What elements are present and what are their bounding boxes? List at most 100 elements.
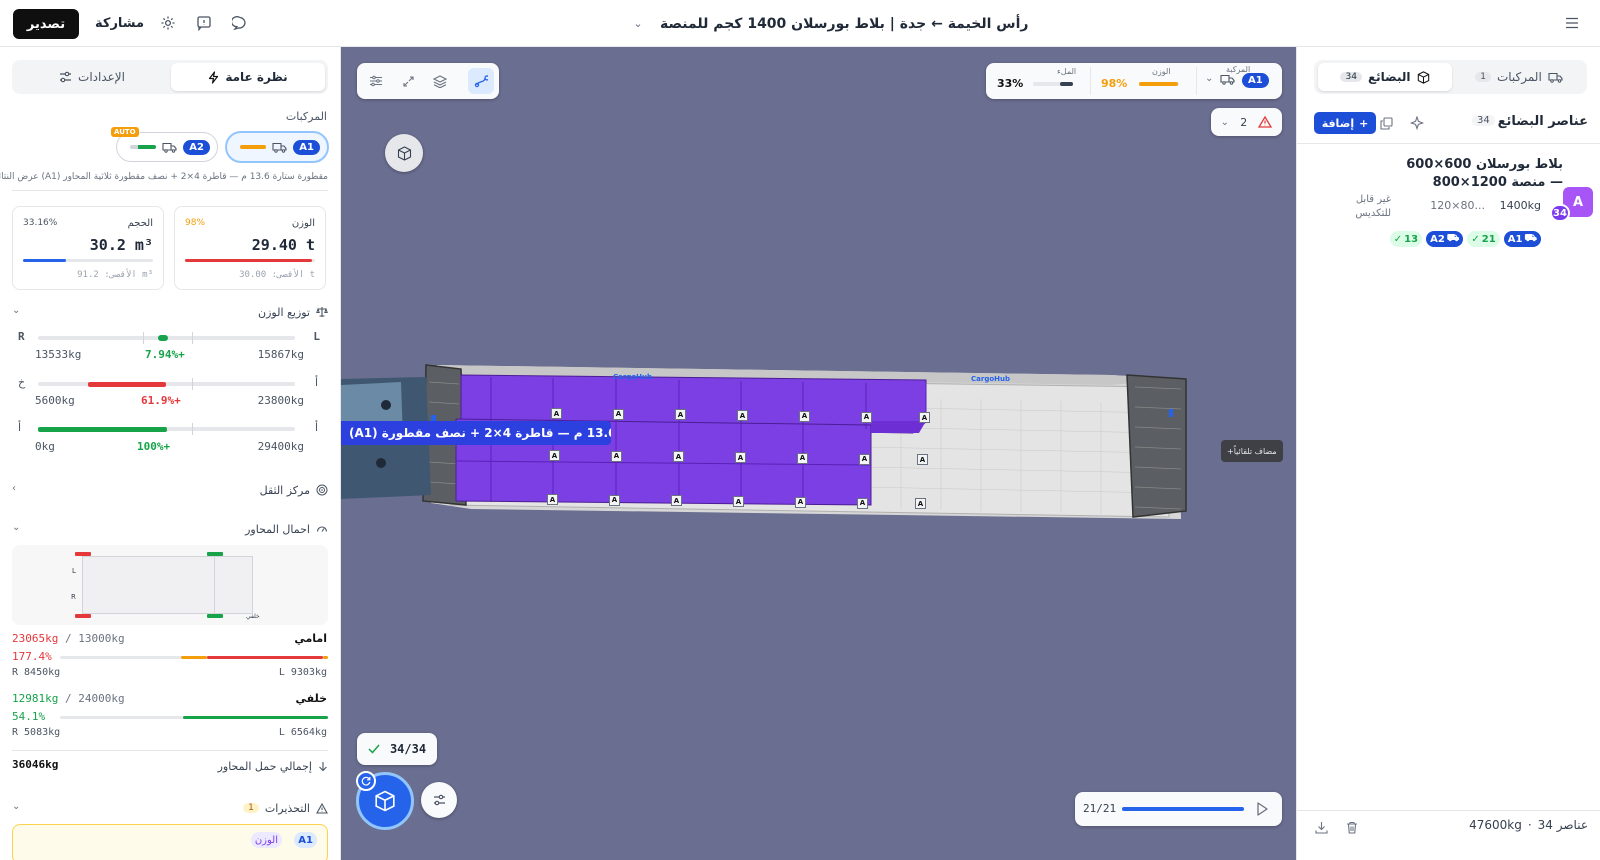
result-note: عرض النتائج لـ (A1) مقطورة ستارة 13.6 م …	[0, 172, 328, 182]
truck-label[interactable]: (A1) مقطورة ستارة 13.6 م — قاطرة 4×2 + ن…	[341, 421, 611, 445]
a2-allocation: ✓ 13	[1389, 231, 1423, 247]
chevron-down-icon: ⌄	[1220, 116, 1229, 128]
project-title: رأس الخيمة ← جدة | بلاط بورسلان 1400 كجم…	[660, 15, 1029, 32]
target-icon	[316, 484, 328, 496]
alert-triangle-icon	[1258, 116, 1273, 128]
cog-chevron-icon[interactable]: ‹	[12, 483, 16, 494]
weight-dist-chevron-icon[interactable]: ⌄	[12, 305, 20, 316]
tab-cargo[interactable]: 34 البضائع	[1318, 63, 1452, 91]
front-axle-l: L 9303kg	[278, 667, 327, 678]
diagram-r-label: R	[71, 593, 76, 601]
pallet-label: A	[549, 450, 560, 461]
load-3d-viewport[interactable]: A A A A A A A A A A A A A A A A A A A A A (A1) مقطورة ستارة …	[341, 47, 1296, 860]
warning-vehicle-tag: A1	[294, 832, 317, 848]
vehicles-label: المركبات	[285, 110, 327, 123]
stat-fill-value: 33%	[997, 77, 1024, 90]
warnings-toggle-count: 2	[1240, 115, 1248, 129]
tb-left-kg: 29400kg	[257, 440, 304, 453]
sparkle-icon[interactable]	[1407, 113, 1427, 133]
cargo-item[interactable]: بلاط بورسلان 600×600 — منصة 1200×800 A 3…	[1297, 147, 1600, 262]
rear-axle-load-row: 12981kg / 24000kg	[12, 692, 125, 705]
truck-icon: ⛟	[1446, 232, 1460, 244]
a2-weight-indicator	[130, 145, 157, 149]
view-cube-button[interactable]	[385, 134, 423, 172]
tab-vehicles[interactable]: 1 المركبات	[1454, 63, 1584, 91]
play-icon[interactable]	[1255, 801, 1269, 817]
route-icon[interactable]	[468, 68, 494, 94]
scale-icon	[316, 306, 328, 318]
pack-settings-button[interactable]	[421, 782, 457, 818]
title-dropdown-icon[interactable]: ⌄	[628, 0, 648, 47]
stat-vehicle-badge[interactable]: A1	[1242, 73, 1269, 88]
refresh-icon[interactable]	[356, 771, 376, 791]
tab-overview[interactable]: نظرة عامة	[171, 63, 325, 91]
warnings-title: التحذيرات	[264, 801, 310, 815]
menu-icon[interactable]	[1560, 11, 1584, 35]
trash-icon[interactable]	[1342, 817, 1362, 837]
volume-card-value: 30.2 m³	[89, 236, 153, 254]
warnings-toggle[interactable]: ⌄ 2	[1211, 108, 1282, 136]
weight-dist-header[interactable]: توزيع الوزن	[12, 303, 328, 321]
pallet-label: A	[861, 411, 872, 423]
download-icon[interactable]	[1311, 817, 1331, 837]
right-panel: 1 المركبات 34 البضائع عناصر البضائع 34 إ…	[1296, 47, 1600, 860]
settings-icon[interactable]	[156, 11, 180, 35]
tab-cargo-count: 34	[1340, 72, 1362, 82]
front-axle-load-row: 23065kg / 13000kg	[12, 632, 125, 645]
warnings-chevron-icon[interactable]: ⌄	[12, 801, 20, 812]
a2-tag: A2 ⛟	[1426, 231, 1464, 247]
step-counter: 21/21	[1083, 802, 1117, 815]
warnings-header[interactable]: 1 التحذيرات	[12, 799, 328, 817]
weight-card-max: الأقصى: 30.00 t	[239, 270, 315, 280]
axle-chevron-icon[interactable]: ⌄	[12, 522, 20, 533]
truck-icon: ⛟	[1524, 232, 1537, 244]
pallet-label: A	[611, 450, 622, 462]
copy-icon[interactable]	[1376, 113, 1396, 133]
vehicle-chip-a1[interactable]: A1	[225, 131, 329, 163]
feedback-icon[interactable]	[192, 11, 216, 35]
vehicle-a1-badge: A1	[293, 139, 320, 155]
tab-settings[interactable]: الإعدادات	[15, 63, 169, 91]
vehicle-dropdown-icon[interactable]: ⌄	[1205, 73, 1213, 84]
rear-axle-l: L 6564kg	[278, 727, 327, 738]
export-button[interactable]: تصدير	[13, 9, 79, 39]
diagram-rear-label: خلفي	[246, 613, 260, 620]
rear-axle-bar	[60, 716, 328, 719]
top-bar: تصدير مشاركة ⌄ رأس الخيمة ← جدة | بلاط ب…	[0, 0, 1600, 47]
check-icon	[368, 744, 380, 754]
truck-3d-scene	[341, 364, 1187, 519]
cargo-section-title: عناصر البضائع	[1497, 114, 1588, 129]
warning-card[interactable]: A1 الوزن	[12, 824, 328, 860]
add-cargo-button[interactable]: إضافة +	[1314, 112, 1376, 134]
truck-icon	[272, 142, 287, 153]
a1-tag: A1 ⛟	[1503, 231, 1541, 247]
cog-header[interactable]: مركز الثقل	[12, 481, 328, 499]
sliders-icon[interactable]	[363, 68, 389, 94]
expand-icon[interactable]	[395, 68, 421, 94]
plus-icon: +	[1359, 116, 1369, 130]
truck-icon	[162, 142, 177, 153]
front-axle-pct: 177.4%	[12, 650, 52, 663]
tab-settings-label: الإعدادات	[78, 70, 125, 84]
rear-axle-limit: / 24000kg	[64, 692, 125, 705]
pallet-label: A	[675, 409, 686, 421]
playback-bar: 21/21	[1075, 792, 1282, 826]
volume-card-bar	[23, 259, 153, 262]
rear-axle-load: 12981kg	[12, 692, 59, 705]
tab-vehicles-count: 1	[1475, 72, 1491, 82]
layers-icon[interactable]	[427, 68, 453, 94]
chat-icon[interactable]	[228, 11, 252, 35]
axle-title: احمال المحاور	[245, 522, 310, 536]
fb-right-kg: 5600kg	[35, 394, 75, 407]
pallet-label: A	[857, 497, 868, 509]
share-button[interactable]: مشاركة	[95, 0, 144, 47]
pallet-label: A	[797, 452, 808, 464]
pallet-label: A	[547, 494, 558, 505]
axle-header[interactable]: احمال المحاور	[12, 520, 328, 538]
weight-card: الوزن 98% 29.40 t الأقصى: 30.00 t	[174, 206, 326, 290]
fb-left-kg: 23800kg	[257, 394, 304, 407]
pallet-label: A	[609, 494, 620, 506]
playback-slider[interactable]	[1122, 807, 1244, 811]
weight-card-fill	[185, 259, 313, 262]
truck-icon	[1220, 74, 1235, 85]
